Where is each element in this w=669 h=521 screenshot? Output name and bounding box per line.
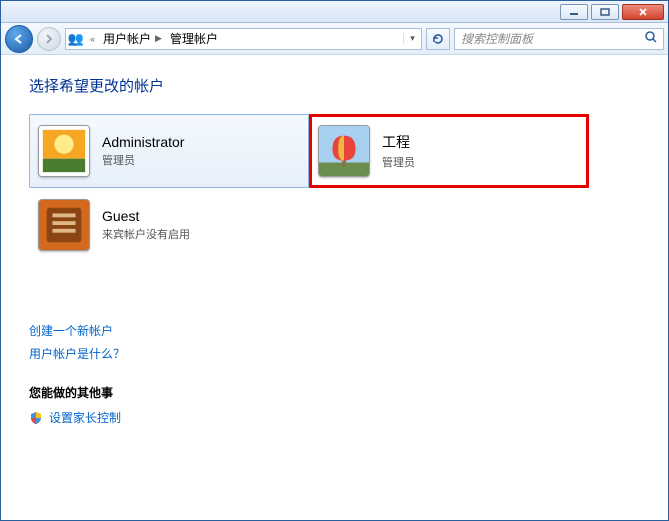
search-icon[interactable] — [639, 30, 663, 47]
accounts-grid: Administrator 管理员 工程 管理员 Guest — [29, 114, 640, 262]
search-box[interactable] — [454, 28, 664, 50]
account-name: Administrator — [102, 134, 184, 150]
account-engineering[interactable]: 工程 管理员 — [309, 114, 589, 188]
breadcrumb-dropdown[interactable]: « — [86, 34, 99, 44]
breadcrumb-label: 管理帐户 — [170, 30, 218, 47]
parental-control-link[interactable]: 设置家长控制 — [29, 409, 640, 426]
back-button[interactable] — [5, 25, 33, 53]
forward-button[interactable] — [37, 27, 61, 51]
whatis-account-link[interactable]: 用户帐户是什么？ — [29, 345, 640, 362]
account-role: 来宾帐户没有启用 — [102, 226, 190, 242]
account-administrator[interactable]: Administrator 管理员 — [29, 114, 309, 188]
links-section: 创建一个新帐户 用户帐户是什么？ — [29, 322, 640, 362]
search-input[interactable] — [455, 32, 639, 46]
account-name: Guest — [102, 208, 190, 224]
address-bar[interactable]: 👥 « 用户帐户 ▶ 管理帐户 ▾ — [65, 28, 422, 50]
account-role: 管理员 — [102, 152, 184, 168]
breadcrumb-seg-2[interactable]: 管理帐户 — [166, 30, 222, 47]
titlebar — [1, 1, 668, 23]
page-title: 选择希望更改的帐户 — [29, 75, 640, 96]
content-area: 选择希望更改的帐户 Administrator 管理员 工程 管理员 — [1, 55, 668, 520]
minimize-button[interactable] — [560, 4, 588, 20]
avatar — [38, 125, 90, 177]
account-role: 管理员 — [382, 154, 415, 170]
refresh-button[interactable] — [426, 28, 450, 50]
users-icon: 👥 — [66, 31, 86, 47]
close-button[interactable] — [622, 4, 664, 20]
account-name: 工程 — [382, 132, 415, 152]
parental-control-label: 设置家长控制 — [49, 409, 121, 426]
chevron-right-icon: ▶ — [155, 33, 162, 44]
breadcrumb-seg-1[interactable]: 用户帐户 ▶ — [99, 30, 166, 47]
breadcrumb-label: 用户帐户 — [103, 30, 151, 47]
avatar — [318, 125, 370, 177]
account-guest[interactable]: Guest 来宾帐户没有启用 — [29, 188, 309, 262]
other-section-title: 您能做的其他事 — [29, 384, 640, 401]
shield-icon — [29, 411, 43, 425]
address-dropdown[interactable]: ▾ — [403, 33, 421, 44]
navbar: 👥 « 用户帐户 ▶ 管理帐户 ▾ — [1, 23, 668, 55]
create-account-link[interactable]: 创建一个新帐户 — [29, 322, 640, 339]
maximize-button[interactable] — [591, 4, 619, 20]
control-panel-window: 👥 « 用户帐户 ▶ 管理帐户 ▾ 选择希望更改的帐户 Administrator… — [0, 0, 669, 521]
avatar — [38, 199, 90, 251]
